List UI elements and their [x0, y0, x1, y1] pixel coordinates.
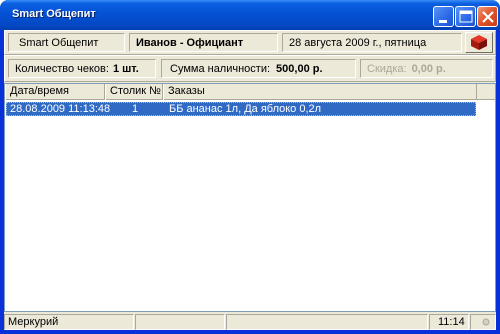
red-cube-icon — [471, 35, 487, 50]
minimize-button[interactable] — [433, 6, 454, 27]
status-text: Меркурий — [8, 316, 59, 328]
row-table-no: 1 — [132, 103, 139, 115]
table-row[interactable]: 28.08.2009 11:13:48 1 ББ ананас 1л, Да я… — [6, 102, 476, 116]
status-indicator — [470, 314, 496, 330]
column-header-label: Заказы — [168, 85, 205, 97]
discount-value: 0,00 р. — [411, 62, 446, 75]
checks-value: 1 шт. — [112, 62, 139, 75]
checks-label: Количество чеков: — [15, 62, 109, 75]
close-button[interactable] — [477, 6, 498, 27]
maximize-button[interactable] — [455, 6, 476, 27]
cash-sum-field: Сумма наличности: 500,00 р. — [161, 59, 356, 78]
app-name-field: Smart Общепит — [8, 33, 125, 52]
cash-label: Сумма наличности: — [170, 62, 271, 75]
checks-count-field: Количество чеков: 1 шт. — [8, 59, 156, 78]
app-window: Smart Общепит Smart Общепит Иванов - Офи… — [0, 0, 500, 334]
column-header-orders[interactable]: Заказы — [163, 84, 477, 100]
column-header-label: Дата/время — [10, 85, 70, 97]
row-orders: ББ ананас 1л, Да яблоко 0,2л — [169, 103, 322, 115]
status-panel-2 — [135, 314, 225, 330]
status-bar: Меркурий 11:14 — [4, 314, 496, 330]
discount-field: Скидка: 0,00 р. — [360, 59, 493, 78]
status-clock: 11:14 — [429, 314, 469, 330]
column-header-datetime[interactable]: Дата/время — [5, 84, 105, 100]
orders-table[interactable]: Дата/время Столик № Заказы 28.08.2009 11… — [4, 83, 496, 312]
maximize-icon — [459, 10, 473, 23]
discount-label: Скидка: — [367, 62, 407, 75]
minimize-icon — [439, 20, 447, 23]
window-title: Smart Общепит — [12, 8, 96, 20]
logo-button[interactable] — [465, 32, 493, 53]
status-left: Меркурий — [4, 314, 134, 330]
row-datetime: 28.08.2009 11:13:48 — [10, 103, 111, 115]
user-name: Иванов - Официант — [136, 36, 244, 49]
title-bar[interactable]: Smart Общепит — [0, 0, 500, 30]
summary-panel: Количество чеков: 1 шт. Сумма наличности… — [4, 55, 496, 82]
header-panel: Smart Общепит Иванов - Официант 28 авгус… — [4, 30, 496, 55]
column-header-label: Столик № — [110, 85, 161, 97]
close-icon — [482, 11, 494, 23]
cash-value: 500,00 р. — [276, 62, 323, 75]
indicator-dot-icon — [482, 318, 490, 326]
clock-time: 11:14 — [438, 316, 465, 328]
user-field: Иванов - Официант — [129, 33, 278, 52]
date-field: 28 августа 2009 г., пятница — [282, 33, 462, 52]
table-header: Дата/время Столик № Заказы — [5, 84, 495, 100]
window-client: Smart Общепит Иванов - Официант 28 авгус… — [4, 30, 496, 330]
app-name: Smart Общепит — [19, 36, 99, 49]
column-header-table-no[interactable]: Столик № — [105, 84, 163, 100]
current-date: 28 августа 2009 г., пятница — [289, 36, 427, 49]
status-panel-3 — [226, 314, 428, 330]
